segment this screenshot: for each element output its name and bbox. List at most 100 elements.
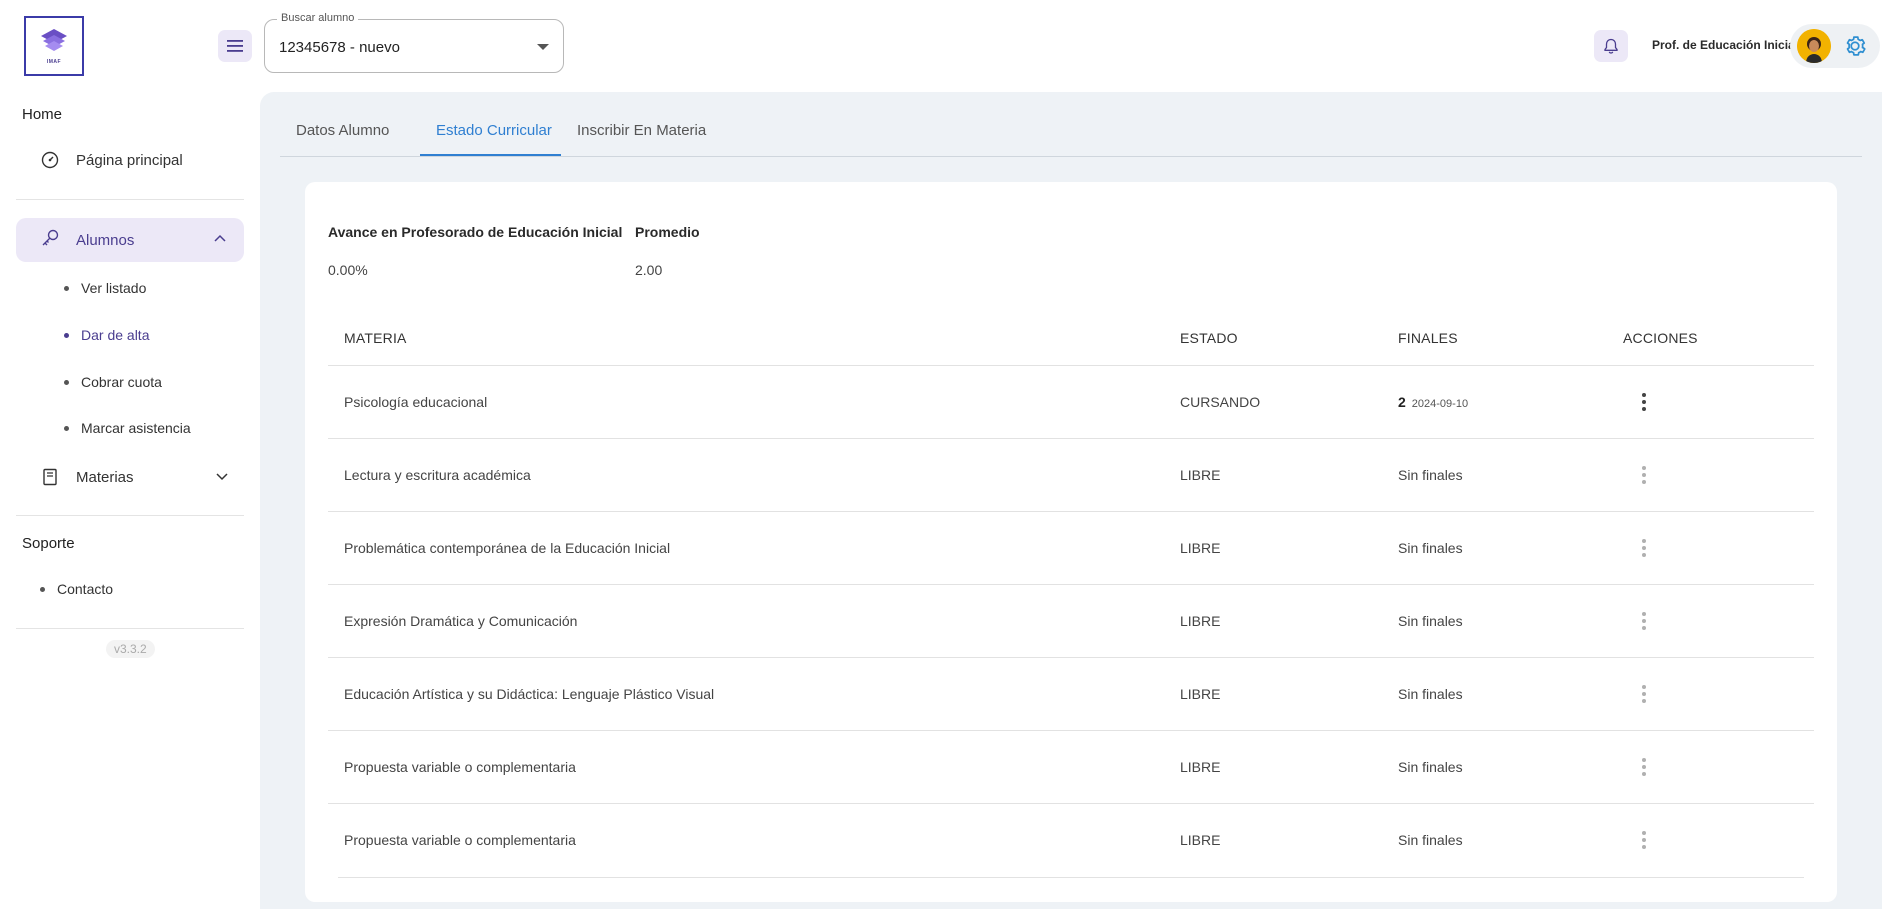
cell-materia: Lectura y escritura académica bbox=[344, 467, 531, 483]
more-vertical-icon-dot bbox=[1642, 845, 1646, 849]
cell-finales: 2 2024-09-10 bbox=[1398, 394, 1468, 410]
table-row: Psicología educacional CURSANDO 2 2024-09… bbox=[328, 366, 1814, 439]
tab-datos-alumno[interactable]: Datos Alumno bbox=[296, 122, 389, 139]
bullet-icon bbox=[64, 285, 69, 291]
key-icon bbox=[40, 228, 60, 253]
more-vertical-icon-dot bbox=[1642, 400, 1646, 404]
sidebar-item-alumnos[interactable]: Alumnos bbox=[16, 218, 244, 262]
app-logo[interactable]: IMAF bbox=[24, 16, 84, 76]
student-search-select[interactable]: Buscar alumno bbox=[264, 12, 564, 73]
more-vertical-icon bbox=[1642, 758, 1646, 762]
sidebar-item-contacto[interactable]: Contacto bbox=[40, 581, 113, 597]
more-vertical-icon-dot bbox=[1642, 772, 1646, 776]
more-vertical-icon bbox=[1642, 539, 1646, 543]
sidebar-item-home[interactable]: Página principal bbox=[40, 150, 183, 170]
sidebar: Home Página principal Alumnos Ver listad… bbox=[0, 92, 260, 909]
cell-materia: Educación Artística y su Didáctica: Leng… bbox=[344, 686, 715, 702]
cell-estado: LIBRE bbox=[1180, 832, 1221, 848]
sidebar-subitem-label: Ver listado bbox=[81, 280, 147, 296]
caret-down-icon[interactable] bbox=[537, 44, 549, 50]
sidebar-subitem-dar-de-alta[interactable]: Dar de alta bbox=[64, 327, 149, 343]
settings-gear-icon[interactable] bbox=[1842, 33, 1868, 59]
row-actions-button[interactable] bbox=[1634, 753, 1654, 781]
cell-materia: Problemática contemporánea de la Educaci… bbox=[344, 540, 671, 556]
cell-finales: Sin finales bbox=[1398, 613, 1463, 629]
sidebar-item-materias[interactable]: Materias bbox=[40, 467, 230, 487]
chevron-down-icon[interactable] bbox=[216, 473, 228, 481]
more-vertical-icon-dot bbox=[1642, 553, 1646, 557]
user-avatar-icon bbox=[1797, 29, 1831, 63]
finales-date: 2024-09-10 bbox=[1411, 398, 1469, 410]
menu-toggle-button[interactable] bbox=[218, 30, 252, 62]
column-header-materia[interactable]: MATERIA bbox=[344, 330, 407, 346]
sidebar-item-label: Página principal bbox=[76, 151, 183, 169]
tab-inscribir-en-materia[interactable]: Inscribir En Materia bbox=[577, 122, 706, 139]
cell-estado: LIBRE bbox=[1180, 613, 1221, 629]
dashboard-icon bbox=[40, 150, 60, 170]
student-search-input[interactable] bbox=[279, 39, 519, 56]
row-actions-button[interactable] bbox=[1634, 607, 1654, 635]
cell-finales: Sin finales bbox=[1398, 832, 1463, 848]
cell-materia: Propuesta variable o complementaria bbox=[344, 759, 576, 775]
more-vertical-icon bbox=[1642, 831, 1646, 835]
row-actions-button[interactable] bbox=[1634, 826, 1654, 854]
more-vertical-icon bbox=[1642, 612, 1646, 616]
row-actions-button[interactable] bbox=[1634, 534, 1654, 562]
sidebar-subitem-label: Dar de alta bbox=[81, 327, 150, 343]
graduation-cap-icon bbox=[41, 29, 67, 51]
cell-estado: LIBRE bbox=[1180, 467, 1221, 483]
cell-materia: Expresión Dramática y Comunicación bbox=[344, 613, 578, 629]
avance-label: Avance en Profesorado de Educación Inici… bbox=[328, 224, 623, 240]
tab-estado-curricular[interactable]: Estado Curricular bbox=[436, 122, 552, 139]
more-vertical-icon-dot bbox=[1642, 692, 1646, 696]
promedio-label: Promedio bbox=[635, 224, 700, 240]
row-actions-button[interactable] bbox=[1634, 388, 1654, 416]
more-vertical-icon-dot bbox=[1642, 473, 1646, 477]
row-actions-button[interactable] bbox=[1634, 680, 1654, 708]
sidebar-divider bbox=[16, 199, 244, 200]
cell-estado: LIBRE bbox=[1180, 759, 1221, 775]
bullet-icon bbox=[40, 586, 45, 592]
tab-bar: Datos Alumno Estado Curricular Inscribir… bbox=[280, 92, 1862, 157]
sidebar-subitem-ver-listado[interactable]: Ver listado bbox=[64, 280, 146, 296]
more-vertical-icon-dot bbox=[1642, 480, 1646, 484]
curricular-card: Avance en Profesorado de Educación Inici… bbox=[305, 182, 1837, 902]
bullet-icon bbox=[64, 379, 69, 385]
book-icon bbox=[40, 467, 60, 487]
user-role-name: Prof. de Educación Inicial bbox=[1652, 38, 1799, 52]
more-vertical-icon-dot bbox=[1642, 626, 1646, 630]
sidebar-subitem-marcar-asistencia[interactable]: Marcar asistencia bbox=[64, 420, 191, 436]
main-content: Datos Alumno Estado Curricular Inscribir… bbox=[260, 92, 1882, 909]
column-header-estado[interactable]: ESTADO bbox=[1180, 330, 1238, 346]
more-vertical-icon bbox=[1642, 393, 1646, 397]
cell-estado: CURSANDO bbox=[1180, 394, 1261, 410]
promedio-value: 2.00 bbox=[635, 262, 663, 278]
sidebar-item-label: Contacto bbox=[57, 581, 114, 597]
table-row: Problemática contemporánea de la Educaci… bbox=[328, 512, 1814, 585]
more-vertical-icon-dot bbox=[1642, 699, 1646, 703]
bullet-icon bbox=[64, 332, 69, 338]
row-actions-button[interactable] bbox=[1634, 461, 1654, 489]
cell-finales: Sin finales bbox=[1398, 759, 1463, 775]
table-row: Lectura y escritura académica LIBRE Sin … bbox=[328, 439, 1814, 512]
notifications-button[interactable] bbox=[1594, 30, 1628, 62]
cell-materia: Psicología educacional bbox=[344, 394, 488, 410]
bullet-icon bbox=[64, 425, 69, 431]
column-header-acciones: ACCIONES bbox=[1623, 330, 1698, 346]
sidebar-subitem-cobrar-cuota[interactable]: Cobrar cuota bbox=[64, 374, 162, 390]
column-header-finales[interactable]: FINALES bbox=[1398, 330, 1458, 346]
more-vertical-icon bbox=[1642, 466, 1646, 470]
search-label: Buscar alumno bbox=[277, 12, 359, 24]
hamburger-icon bbox=[227, 40, 243, 52]
cell-finales: Sin finales bbox=[1398, 467, 1463, 483]
sidebar-item-label: Materias bbox=[76, 468, 134, 486]
sidebar-section-home: Home bbox=[22, 106, 63, 123]
more-vertical-icon-dot bbox=[1642, 546, 1646, 550]
table-row: Educación Artística y su Didáctica: Leng… bbox=[328, 658, 1814, 731]
chevron-up-icon[interactable] bbox=[214, 234, 226, 242]
avance-value: 0.00% bbox=[328, 262, 368, 278]
cell-estado: LIBRE bbox=[1180, 540, 1221, 556]
finales-count: 2 bbox=[1398, 394, 1406, 410]
avatar[interactable] bbox=[1797, 29, 1831, 63]
logo-text: IMAF bbox=[46, 59, 62, 65]
